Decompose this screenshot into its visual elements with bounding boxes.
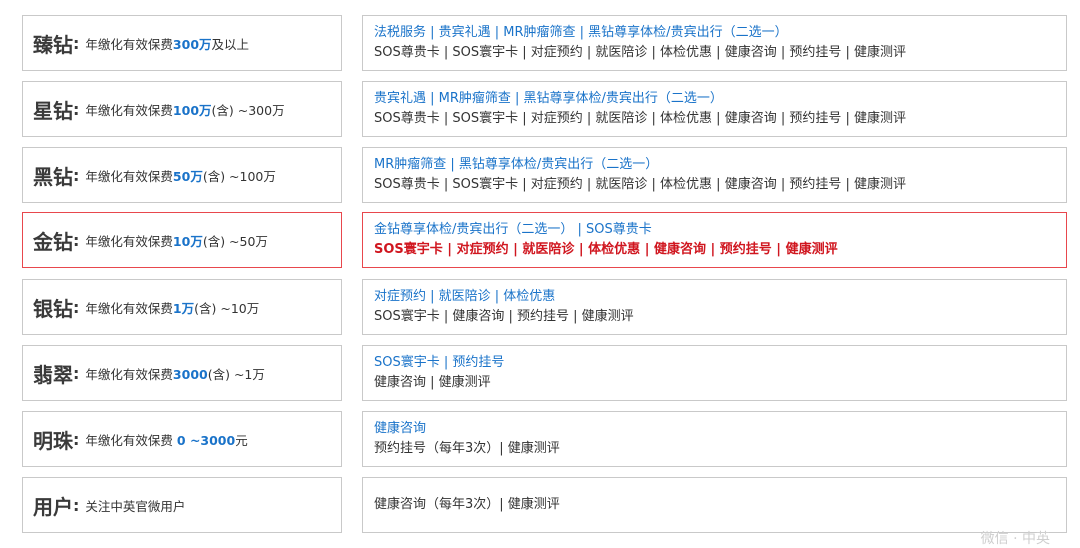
premium-amount: 3000 [172, 366, 208, 382]
tier-name: 星钻 [33, 98, 73, 123]
tier-label-box: 黑钻: 年缴化有效保费50万(含) ~100万 [22, 147, 342, 203]
perks-line-exclusive: 对症预约 | 就医陪诊 | 体检优惠 [374, 289, 556, 304]
perks-line-exclusive: 健康咨询 [374, 421, 427, 436]
perks-line-standard: 健康咨询 | 健康测评 [374, 375, 491, 390]
perks-box: MR肿瘤筛查 | 黑钻尊享体检/贵宾出行（二选一） SOS尊贵卡 | SOS寰宇… [362, 147, 1067, 203]
tier-row-jinzuan: 金钻: 年缴化有效保费10万(含) ~50万 金钻尊享体检/贵宾出行（二选一） … [22, 212, 1067, 270]
tier-row-xingzuan: 星钻: 年缴化有效保费100万(含) ~300万 贵宾礼遇 | MR肿瘤筛查 |… [22, 81, 1067, 139]
tier-row-heizuan: 黑钻: 年缴化有效保费50万(含) ~100万 MR肿瘤筛查 | 黑钻尊享体检/… [22, 147, 1067, 205]
perks-line-standard: SOS尊贵卡 | SOS寰宇卡 | 对症预约 | 就医陪诊 | 体检优惠 | 健… [374, 111, 906, 126]
perks-line-standard: 预约挂号（每年3次）| 健康测评 [374, 441, 560, 456]
tier-name: 金钻 [33, 229, 73, 254]
premium-amount: 50万 [172, 168, 203, 184]
perks-box: SOS寰宇卡 | 预约挂号 健康咨询 | 健康测评 [362, 345, 1067, 401]
tier-name: 翡翠 [33, 362, 73, 387]
tier-label-box: 银钻: 年缴化有效保费1万(含) ~10万 [22, 279, 342, 335]
premium-amount: 100万 [172, 102, 212, 118]
perks-box: 金钻尊享体检/贵宾出行（二选一） | SOS尊贵卡 SOS寰宇卡 | 对症预约 … [362, 212, 1067, 268]
tier-row-zhenzuan: 臻钻: 年缴化有效保费300万及以上 法税服务 | 贵宾礼遇 | MR肿瘤筛查 … [22, 15, 1067, 73]
perks-box: 对症预约 | 就医陪诊 | 体检优惠 SOS寰宇卡 | 健康咨询 | 预约挂号 … [362, 279, 1067, 335]
perks-line-standard: SOS尊贵卡 | SOS寰宇卡 | 对症预约 | 就医陪诊 | 体检优惠 | 健… [374, 177, 906, 192]
tier-requirement: 年缴化有效保费10万(含) ~50万 [85, 233, 268, 249]
tier-requirement: 年缴化有效保费50万(含) ~100万 [85, 168, 276, 184]
premium-amount: 1万 [172, 300, 195, 316]
tier-row-mingzhu: 明珠: 年缴化有效保费 0 ~3000元 健康咨询 预约挂号（每年3次）| 健康… [22, 411, 1067, 469]
perks-line-exclusive: 法税服务 | 贵宾礼遇 | MR肿瘤筛查 | 黑钻尊享体检/贵宾出行（二选一） [374, 25, 788, 40]
tier-label-box: 用户: 关注中英官微用户 [22, 477, 342, 533]
tier-requirement: 年缴化有效保费300万及以上 [85, 36, 250, 52]
perks-box: 贵宾礼遇 | MR肿瘤筛查 | 黑钻尊享体检/贵宾出行（二选一） SOS尊贵卡 … [362, 81, 1067, 137]
tier-row-yinzuan: 银钻: 年缴化有效保费1万(含) ~10万 对症预约 | 就医陪诊 | 体检优惠… [22, 279, 1067, 337]
tier-name: 明珠 [33, 428, 73, 453]
perks-line-standard: SOS寰宇卡 | 健康咨询 | 预约挂号 | 健康测评 [374, 309, 634, 324]
tier-requirement: 年缴化有效保费1万(含) ~10万 [85, 300, 260, 316]
tier-requirement: 关注中英官微用户 [85, 498, 186, 514]
premium-amount: 0 ~3000 [176, 432, 236, 448]
perks-line-exclusive: MR肿瘤筛查 | 黑钻尊享体检/贵宾出行（二选一） [374, 157, 659, 172]
tier-requirement: 年缴化有效保费3000(含) ~1万 [85, 366, 265, 382]
perks-line-standard: 健康咨询（每年3次）| 健康测评 [374, 497, 560, 512]
perks-line-exclusive: 金钻尊享体检/贵宾出行（二选一） | SOS尊贵卡 [374, 222, 652, 237]
tier-requirement: 年缴化有效保费100万(含) ~300万 [85, 102, 285, 118]
tier-label-box: 金钻: 年缴化有效保费10万(含) ~50万 [22, 212, 342, 268]
watermark: 微信 · 中英 [980, 531, 1050, 547]
perks-line-exclusive: 贵宾礼遇 | MR肿瘤筛查 | 黑钻尊享体检/贵宾出行（二选一） [374, 91, 723, 106]
perks-line-highlighted: SOS寰宇卡 | 对症预约 | 就医陪诊 | 体检优惠 | 健康咨询 | 预约挂… [374, 242, 838, 257]
tier-row-feicui: 翡翠: 年缴化有效保费3000(含) ~1万 SOS寰宇卡 | 预约挂号 健康咨… [22, 345, 1067, 403]
premium-amount: 10万 [172, 233, 203, 249]
perks-line-exclusive: SOS寰宇卡 | 预约挂号 [374, 355, 505, 370]
tier-label-box: 明珠: 年缴化有效保费 0 ~3000元 [22, 411, 342, 467]
tier-name: 用户 [33, 494, 73, 519]
perks-box: 健康咨询（每年3次）| 健康测评 [362, 477, 1067, 533]
tier-label-box: 星钻: 年缴化有效保费100万(含) ~300万 [22, 81, 342, 137]
perks-box: 法税服务 | 贵宾礼遇 | MR肿瘤筛查 | 黑钻尊享体检/贵宾出行（二选一） … [362, 15, 1067, 71]
premium-amount: 300万 [172, 36, 212, 52]
tier-name: 臻钻 [33, 32, 73, 57]
tier-row-user: 用户: 关注中英官微用户 健康咨询（每年3次）| 健康测评 [22, 477, 1067, 535]
tier-label-box: 臻钻: 年缴化有效保费300万及以上 [22, 15, 342, 71]
tier-label-box: 翡翠: 年缴化有效保费3000(含) ~1万 [22, 345, 342, 401]
perks-line-standard: SOS尊贵卡 | SOS寰宇卡 | 对症预约 | 就医陪诊 | 体检优惠 | 健… [374, 45, 906, 60]
perks-box: 健康咨询 预约挂号（每年3次）| 健康测评 [362, 411, 1067, 467]
tier-name: 黑钻 [33, 164, 73, 189]
tier-requirement: 年缴化有效保费 0 ~3000元 [85, 432, 248, 448]
tier-name: 银钻 [33, 296, 73, 321]
